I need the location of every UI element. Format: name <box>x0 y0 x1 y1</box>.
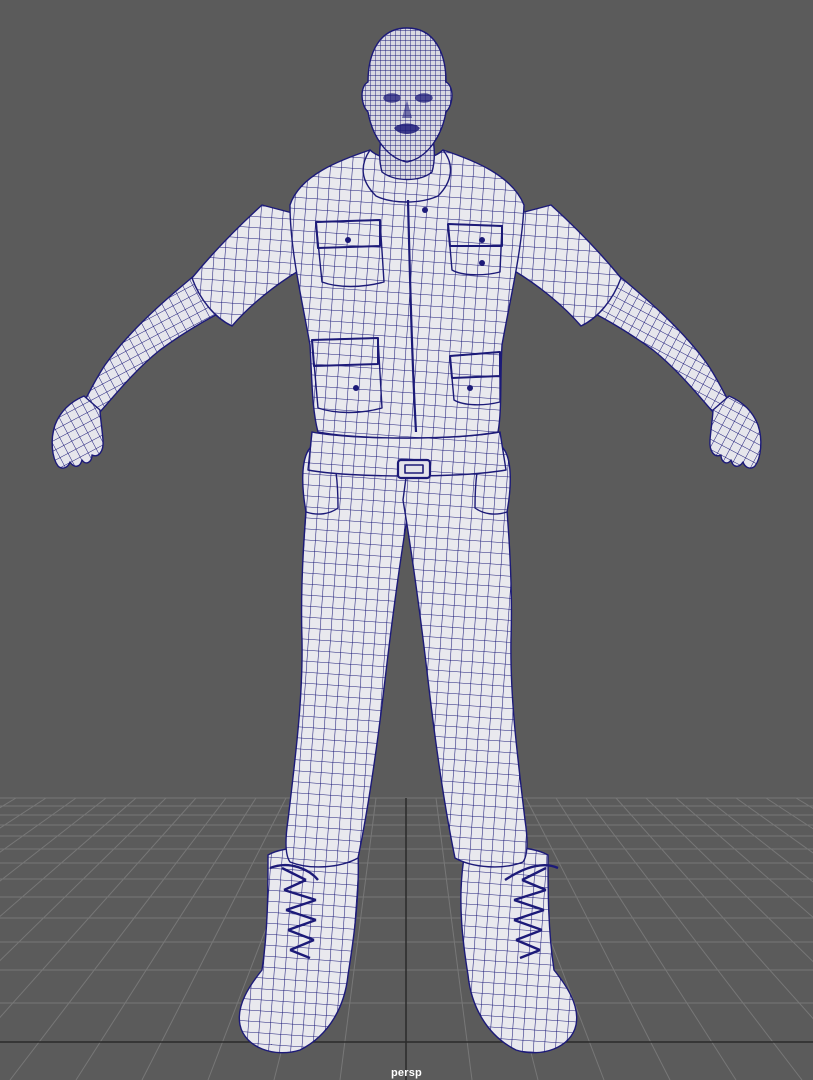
pocket-button <box>345 237 351 243</box>
right-chest-pocket-mesh[interactable] <box>447 223 503 276</box>
right-hand-mesh[interactable] <box>709 395 762 469</box>
pocket-button <box>479 260 485 266</box>
head-mesh[interactable] <box>361 27 453 163</box>
left-boot-mesh[interactable] <box>238 846 359 1054</box>
pocket-button <box>353 385 359 391</box>
right-boot-mesh[interactable] <box>460 846 578 1054</box>
left-hand-mesh[interactable] <box>51 395 104 469</box>
belt-buckle <box>396 458 432 480</box>
viewport-panel[interactable]: persp <box>0 0 813 1080</box>
left-lower-pocket-mesh[interactable] <box>311 337 383 414</box>
pocket-button <box>479 237 485 243</box>
camera-name-label: persp <box>391 1067 422 1079</box>
right-eye <box>415 93 433 103</box>
pocket-button <box>467 385 473 391</box>
left-eye <box>383 93 401 103</box>
viewport-canvas[interactable] <box>0 0 813 1080</box>
left-chest-pocket-mesh[interactable] <box>315 219 385 288</box>
collar-button <box>422 207 428 213</box>
